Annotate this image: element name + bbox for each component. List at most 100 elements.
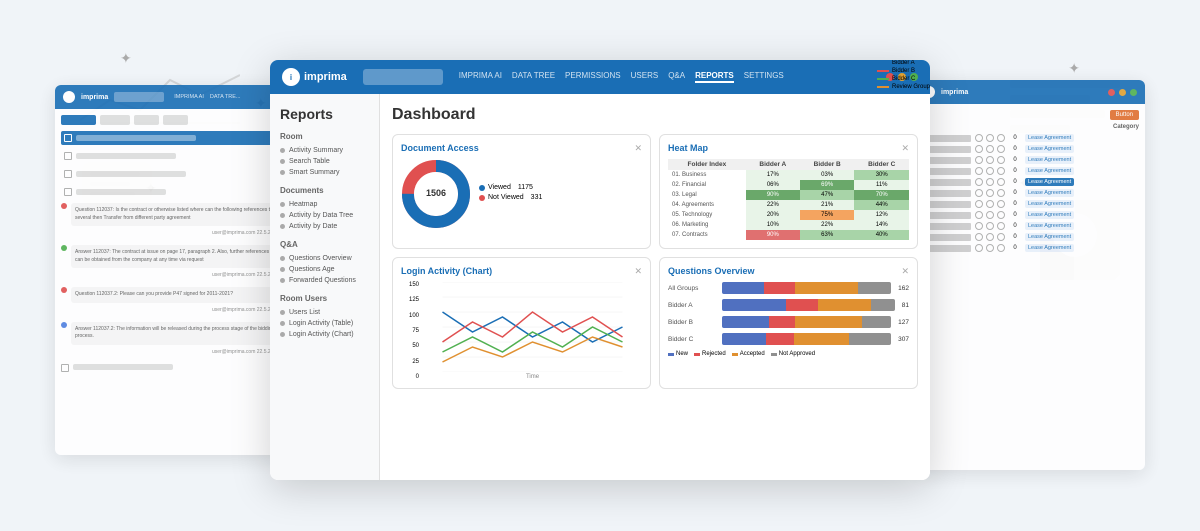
q-legend-item: Rejected <box>694 351 726 357</box>
ghost-bar-1 <box>76 135 196 141</box>
widget-heat-close[interactable]: ✕ <box>901 143 909 154</box>
nav-search-bar[interactable] <box>363 69 443 85</box>
ghost-row-icons <box>975 156 1005 164</box>
heat-cell-b: 63% <box>800 230 855 240</box>
sidebar-title: Reports <box>280 106 369 122</box>
sidebar-item-questions-age[interactable]: Questions Age <box>280 264 369 275</box>
ghost-row-category: Lease Agreement <box>1025 244 1074 252</box>
ghost-dot-green-1 <box>61 245 67 251</box>
sidebar-item-search-table[interactable]: Search Table <box>280 156 369 167</box>
ghost-row-icons <box>975 145 1005 153</box>
sidebar-item-dot-11 <box>280 321 285 326</box>
ghost-window-right: imprima Button Category 0 Lease Agreemen… <box>915 80 1145 470</box>
ghost-row-icon-3 <box>997 244 1005 252</box>
doc-legend: Viewed 1175 Not Viewed 331 <box>479 184 542 204</box>
ghost-text-2: Answer 112037: The contract at issue on … <box>71 245 279 268</box>
heat-cell-folder: 03. Legal <box>668 190 746 200</box>
widget-questions-close[interactable]: ✕ <box>901 266 909 277</box>
ghost-right-rows: 0 Lease Agreement 0 Lease Agreement 0 Le… <box>921 134 1139 252</box>
widget-doc-close[interactable]: ✕ <box>634 143 642 154</box>
sidebar-item-forwarded[interactable]: Forwarded Questions <box>280 275 369 286</box>
q-count: 81 <box>902 302 909 309</box>
ghost-nav-item-2: DATA TRE... <box>210 94 241 100</box>
sidebar-item-label-7: Questions Overview <box>289 255 352 262</box>
sidebar-item-heatmap[interactable]: Heatmap <box>280 199 369 210</box>
ghost-row-category: Lease Agreement <box>1025 222 1074 230</box>
sidebar-item-smart-summary[interactable]: Smart Summary <box>280 167 369 178</box>
ghost-row-icon-2 <box>986 244 994 252</box>
ghost-bar-2 <box>76 153 176 159</box>
q-legend-dot <box>771 353 777 356</box>
sidebar-item-activity-summary[interactable]: Activity Summary <box>280 145 369 156</box>
ghost-dot-r1 <box>1108 89 1115 96</box>
sidebar-item-dot-5 <box>280 213 285 218</box>
q-segment-not-approved <box>849 333 891 345</box>
nav-logo-text: imprima <box>304 71 347 83</box>
q-bar <box>722 282 891 294</box>
heat-cell-a: 90% <box>746 230 800 240</box>
nav-reports[interactable]: REPORTS <box>695 71 734 83</box>
ghost-row-category: Lease Agreement <box>1025 145 1074 153</box>
sidebar-item-dot-9 <box>280 278 285 283</box>
heat-col-folder: Folder Index <box>668 159 746 170</box>
sidebar-section-room-users: Room Users <box>280 294 369 303</box>
heat-cell-c: 12% <box>854 210 909 220</box>
nav-users[interactable]: USERS <box>631 71 659 83</box>
nav-imprima-ai[interactable]: IMPRIMA AI <box>459 71 502 83</box>
y-50: 50 <box>401 343 419 349</box>
ghost-qa-4: Answer 112037.2: The information will be… <box>61 322 279 361</box>
ghost-qa-content-1: Question 112037: Is the contract or othe… <box>71 203 279 242</box>
ghost-row-icon-1 <box>975 200 983 208</box>
q-overview-legend: New Rejected Accepted Not Approved <box>668 351 909 357</box>
ghost-row-num: 0 <box>1009 234 1021 240</box>
q-segment-rejected <box>769 316 796 328</box>
heat-cell-a: 22% <box>746 200 800 210</box>
sidebar-item-users-list[interactable]: Users List <box>280 307 369 318</box>
legend-dot-not-viewed <box>479 195 485 201</box>
sidebar-item-activity-datatree[interactable]: Activity by Data Tree <box>280 210 369 221</box>
nav-data-tree[interactable]: DATA TREE <box>512 71 555 83</box>
ghost-right-row: 0 Lease Agreement <box>921 145 1139 153</box>
q-legend-label: New <box>676 351 688 357</box>
nav-qa[interactable]: Q&A <box>668 71 685 83</box>
q-bar-row: Bidder A 81 <box>668 299 909 311</box>
ghost-author-4: user@imprima.com 22.5.2020 <box>71 349 279 355</box>
ghost-row-icon-3 <box>997 156 1005 164</box>
widget-questions-header: ✕ Questions Overview <box>668 266 909 276</box>
widget-doc-header: ✕ Document Access <box>401 143 642 153</box>
ghost-row-icon-3 <box>997 222 1005 230</box>
nav-settings[interactable]: SETTINGS <box>744 71 784 83</box>
heat-cell-c: 70% <box>854 190 909 200</box>
ghost-right-row: 0 Lease Agreement <box>921 200 1139 208</box>
ghost-logo-text-left: imprima <box>81 94 108 101</box>
sidebar-item-label-1: Activity Summary <box>289 147 343 154</box>
q-segment-rejected <box>766 333 794 345</box>
sidebar-item-questions-overview[interactable]: Questions Overview <box>280 253 369 264</box>
sidebar-item-login-chart[interactable]: Login Activity (Chart) <box>280 329 369 340</box>
x-axis-label: Time <box>423 374 642 380</box>
ghost-row-icon-1 <box>975 134 983 142</box>
q-bar <box>722 316 891 328</box>
ghost-qa-3: Question 112037.2: Please can you provid… <box>61 287 279 319</box>
heat-cell-a: 10% <box>746 220 800 230</box>
q-segment-new <box>722 333 766 345</box>
ghost-nav-right: imprima <box>915 80 1145 104</box>
sidebar-item-login-table[interactable]: Login Activity (Table) <box>280 318 369 329</box>
login-chart-container: 150 125 100 75 50 25 0 <box>401 282 642 380</box>
ghost-row-icon-1 <box>975 145 983 153</box>
heat-cell-b: 03% <box>800 170 855 180</box>
ghost-btn-orange[interactable]: Button <box>1110 110 1139 120</box>
ghost-bar-3 <box>76 171 186 177</box>
widget-login-close[interactable]: ✕ <box>634 266 642 277</box>
ghost-tab-4 <box>163 115 188 125</box>
sidebar-item-activity-date[interactable]: Activity by Date <box>280 221 369 232</box>
doc-legend-not-viewed: Not Viewed 331 <box>479 194 542 201</box>
q-count: 307 <box>898 336 909 343</box>
nav-items: IMPRIMA AI DATA TREE PERMISSIONS USERS Q… <box>459 71 784 83</box>
ghost-qa-1: Question 112037: Is the contract or othe… <box>61 203 279 242</box>
login-chart-area: Time <box>423 282 642 380</box>
sidebar-item-label-4: Heatmap <box>289 201 317 208</box>
q-bar-row: All Groups 162 <box>668 282 909 294</box>
nav-permissions[interactable]: PERMISSIONS <box>565 71 621 83</box>
ghost-row-icon-3 <box>997 233 1005 241</box>
